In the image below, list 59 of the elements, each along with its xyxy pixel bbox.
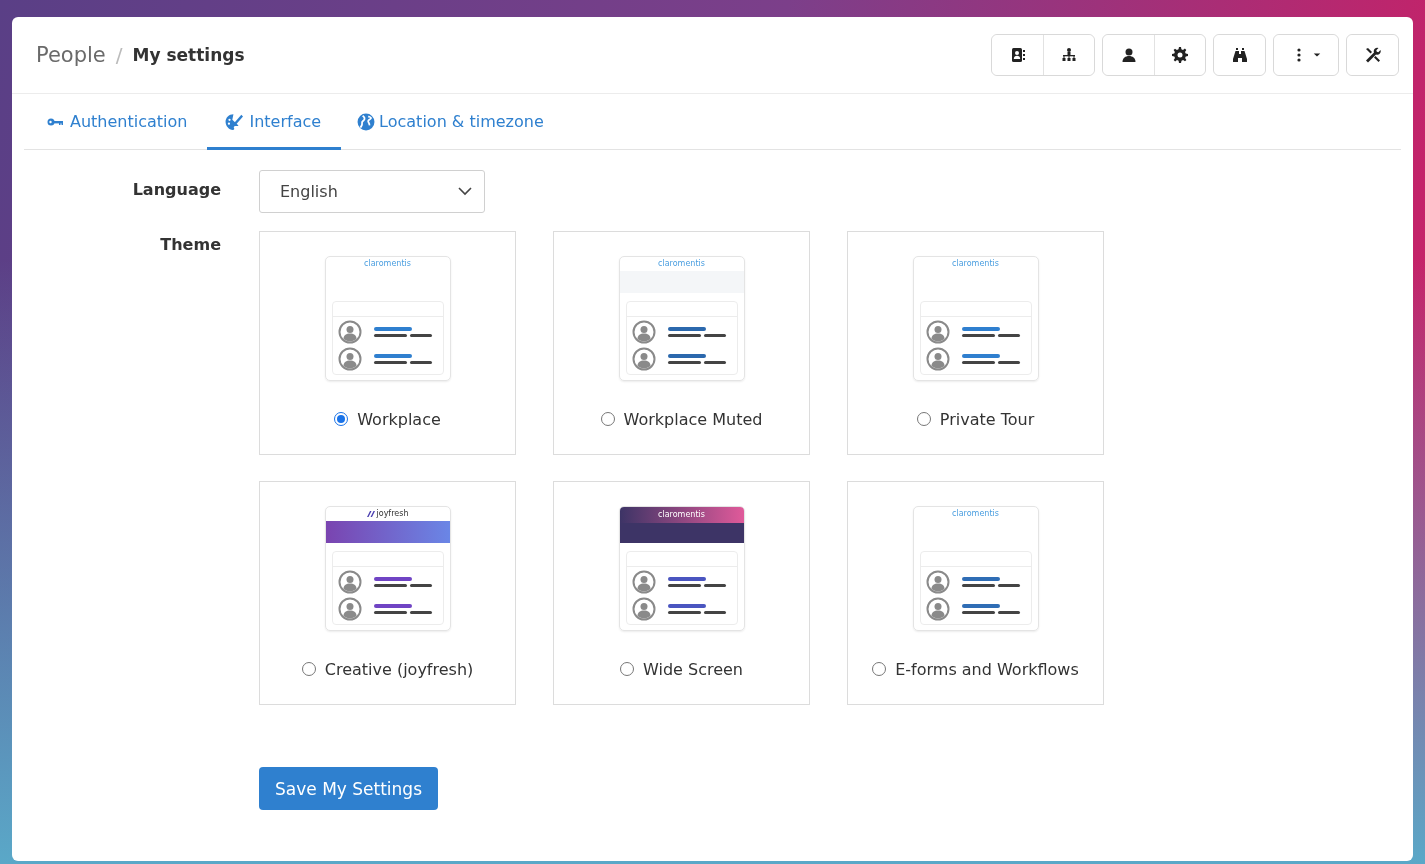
language-select[interactable]: English <box>259 170 485 213</box>
text-line <box>373 334 432 337</box>
avatar-icon <box>631 347 656 371</box>
theme-logo: claromentis <box>952 258 999 270</box>
globe-icon <box>357 112 376 131</box>
toolbar-button[interactable] <box>1154 35 1205 75</box>
avatar-icon <box>337 320 362 344</box>
avatar-icon <box>337 597 362 621</box>
avatar-icon <box>631 597 656 621</box>
toolbar-button[interactable] <box>1214 35 1265 75</box>
toolbar-button[interactable] <box>1347 35 1398 75</box>
address-book-icon <box>1009 47 1026 63</box>
avatar-icon <box>925 570 950 594</box>
tools-icon <box>1364 47 1381 63</box>
text-line <box>961 361 1020 364</box>
text-line <box>667 334 726 337</box>
theme-logo: claromentis <box>658 258 705 270</box>
text-line <box>667 584 726 587</box>
binoculars-icon <box>1231 47 1248 63</box>
toolbar-button[interactable] <box>1043 35 1094 75</box>
tab[interactable]: Location & timezone <box>341 94 564 150</box>
text-line <box>667 611 726 614</box>
theme-logo: joyfresh <box>366 507 409 521</box>
tab[interactable]: Interface <box>207 94 342 150</box>
settings-icon <box>1172 47 1188 63</box>
page-title: My settings <box>132 45 245 65</box>
field-label: Theme <box>160 234 221 256</box>
text-line <box>667 361 726 364</box>
avatar-icon <box>337 570 362 594</box>
chevron-down-icon <box>458 187 472 196</box>
theme-radio[interactable]: E-forms and Workflows <box>866 655 1085 684</box>
avatar-icon <box>925 597 950 621</box>
theme-radio[interactable]: Creative (joyfresh) <box>295 655 480 684</box>
text-line <box>961 584 1020 587</box>
save-button[interactable]: Save My Settings <box>259 767 438 810</box>
avatar-icon <box>631 320 656 344</box>
user-icon <box>1120 47 1137 63</box>
theme-logo: claromentis <box>619 507 744 523</box>
org-chart-icon <box>1061 47 1077 63</box>
theme-logo: claromentis <box>364 258 411 270</box>
text-line <box>373 361 432 364</box>
breadcrumb-link[interactable]: People <box>36 43 106 67</box>
theme-radio[interactable]: Private Tour <box>910 405 1041 434</box>
field-label: Language <box>132 179 221 201</box>
text-line <box>373 584 432 587</box>
breadcrumb-separator: / <box>115 43 123 67</box>
palette-icon <box>223 112 246 131</box>
theme-radio[interactable]: Workplace Muted <box>594 405 769 434</box>
avatar-icon <box>337 347 362 371</box>
tab[interactable]: Authentication <box>28 94 208 150</box>
avatar-icon <box>925 320 950 344</box>
avatar-icon <box>631 570 656 594</box>
avatar-icon <box>925 347 950 371</box>
theme-logo: claromentis <box>952 508 999 520</box>
text-line <box>961 334 1020 337</box>
theme-radio[interactable]: Workplace <box>328 405 447 434</box>
theme-radio[interactable]: Wide Screen <box>614 655 749 684</box>
text-line <box>961 611 1020 614</box>
text-line <box>373 611 432 614</box>
